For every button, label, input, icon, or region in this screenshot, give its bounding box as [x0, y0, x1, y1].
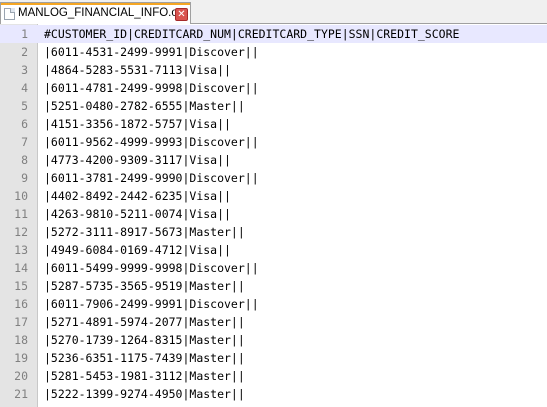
editor-line[interactable]: 7 |6011-9562-4999-9993|Discover|| [0, 133, 547, 151]
line-number: 6 [21, 117, 28, 131]
editor-line[interactable]: 3 |4864-5283-5531-7113|Visa|| [0, 61, 547, 79]
line-text[interactable]: |5236-6351-1175-7439|Master|| [44, 349, 245, 367]
close-icon[interactable]: ✕ [175, 8, 188, 21]
line-number: 18 [14, 333, 28, 347]
line-number: 13 [14, 243, 28, 257]
line-text[interactable]: |6011-4781-2499-9998|Discover|| [44, 79, 259, 97]
line-text[interactable]: |6011-3781-2499-9990|Discover|| [44, 169, 259, 187]
editor-line[interactable]: 15 |5287-5735-3565-9519|Master|| [0, 277, 547, 295]
line-text[interactable]: |5281-5453-1981-3112|Master|| [44, 367, 245, 385]
line-text[interactable]: |5272-3111-8917-5673|Master|| [44, 223, 245, 241]
text-editor[interactable]: 1 #CUSTOMER_ID|CREDITCARD_NUM|CREDITCARD_… [0, 24, 547, 407]
document-icon [4, 8, 15, 20]
line-text[interactable]: |4773-4200-9309-3117|Visa|| [44, 151, 231, 169]
line-text[interactable]: |5271-4891-5974-2077|Master|| [44, 313, 245, 331]
line-text[interactable]: |5270-1739-1264-8315|Master|| [44, 331, 245, 349]
line-number: 17 [14, 315, 28, 329]
line-text[interactable]: |4402-8492-2442-6235|Visa|| [44, 187, 231, 205]
editor-line[interactable]: 12 |5272-3111-8917-5673|Master|| [0, 223, 547, 241]
line-text[interactable]: |5251-0480-2782-6555|Master|| [44, 97, 245, 115]
line-number: 4 [21, 81, 28, 95]
editor-line[interactable]: 9 |6011-3781-2499-9990|Discover|| [0, 169, 547, 187]
line-number: 10 [14, 189, 28, 203]
line-number: 16 [14, 297, 28, 311]
editor-line[interactable]: 6 |4151-3356-1872-5757|Visa|| [0, 115, 547, 133]
line-text[interactable]: |4263-9810-5211-0074|Visa|| [44, 205, 231, 223]
editor-line[interactable]: 8 |4773-4200-9309-3117|Visa|| [0, 151, 547, 169]
editor-line[interactable]: 4 |6011-4781-2499-9998|Discover|| [0, 79, 547, 97]
line-text[interactable]: |5222-1399-9274-4950|Master|| [44, 385, 245, 403]
line-number: 12 [14, 225, 28, 239]
line-number: 11 [14, 207, 28, 221]
line-number: 2 [21, 45, 28, 59]
line-text[interactable]: |6011-5499-9999-9998|Discover|| [44, 259, 259, 277]
line-number: 21 [14, 387, 28, 401]
line-number: 14 [14, 261, 28, 275]
tab-title: MANLOG_FINANCIAL_INFO.out [18, 7, 188, 19]
editor-line[interactable]: 2 |6011-4531-2499-9991|Discover|| [0, 43, 547, 61]
editor-line[interactable]: 17 |5271-4891-5974-2077|Master|| [0, 313, 547, 331]
line-text[interactable]: |4151-3356-1872-5757|Visa|| [44, 115, 231, 133]
editor-lines: 1 #CUSTOMER_ID|CREDITCARD_NUM|CREDITCARD_… [0, 25, 547, 403]
editor-line[interactable]: 19 |5236-6351-1175-7439|Master|| [0, 349, 547, 367]
editor-line[interactable]: 13 |4949-6084-0169-4712|Visa|| [0, 241, 547, 259]
line-text[interactable]: |6011-7906-2499-9991|Discover|| [44, 295, 259, 313]
line-text[interactable]: |6011-9562-4999-9993|Discover|| [44, 133, 259, 151]
line-number: 8 [21, 153, 28, 167]
line-number: 20 [14, 369, 28, 383]
line-number: 5 [21, 99, 28, 113]
line-number: 3 [21, 63, 28, 77]
line-text[interactable]: |6011-4531-2499-9991|Discover|| [44, 43, 259, 61]
editor-line[interactable]: 16 |6011-7906-2499-9991|Discover|| [0, 295, 547, 313]
line-text[interactable]: #CUSTOMER_ID|CREDITCARD_NUM|CREDITCARD_T… [44, 25, 459, 43]
editor-line[interactable]: 5 |5251-0480-2782-6555|Master|| [0, 97, 547, 115]
line-number: 1 [21, 27, 28, 41]
editor-line[interactable]: 11 |4263-9810-5211-0074|Visa|| [0, 205, 547, 223]
line-number: 7 [21, 135, 28, 149]
line-number: 15 [14, 279, 28, 293]
line-number: 19 [14, 351, 28, 365]
line-text[interactable]: |5287-5735-3565-9519|Master|| [44, 277, 245, 295]
line-text[interactable]: |4864-5283-5531-7113|Visa|| [44, 61, 231, 79]
editor-line[interactable]: 20 |5281-5453-1981-3112|Master|| [0, 367, 547, 385]
editor-line[interactable]: 18 |5270-1739-1264-8315|Master|| [0, 331, 547, 349]
editor-line[interactable]: 14 |6011-5499-9999-9998|Discover|| [0, 259, 547, 277]
editor-line[interactable]: 1 #CUSTOMER_ID|CREDITCARD_NUM|CREDITCARD_… [0, 25, 547, 43]
line-number: 9 [21, 171, 28, 185]
file-tab[interactable]: MANLOG_FINANCIAL_INFO.out ✕ [0, 2, 191, 24]
editor-line[interactable]: 21 |5222-1399-9274-4950|Master|| [0, 385, 547, 403]
tab-active-indicator [1, 3, 190, 5]
tab-bar: MANLOG_FINANCIAL_INFO.out ✕ [0, 0, 547, 24]
editor-line[interactable]: 10 |4402-8492-2442-6235|Visa|| [0, 187, 547, 205]
line-text[interactable]: |4949-6084-0169-4712|Visa|| [44, 241, 231, 259]
